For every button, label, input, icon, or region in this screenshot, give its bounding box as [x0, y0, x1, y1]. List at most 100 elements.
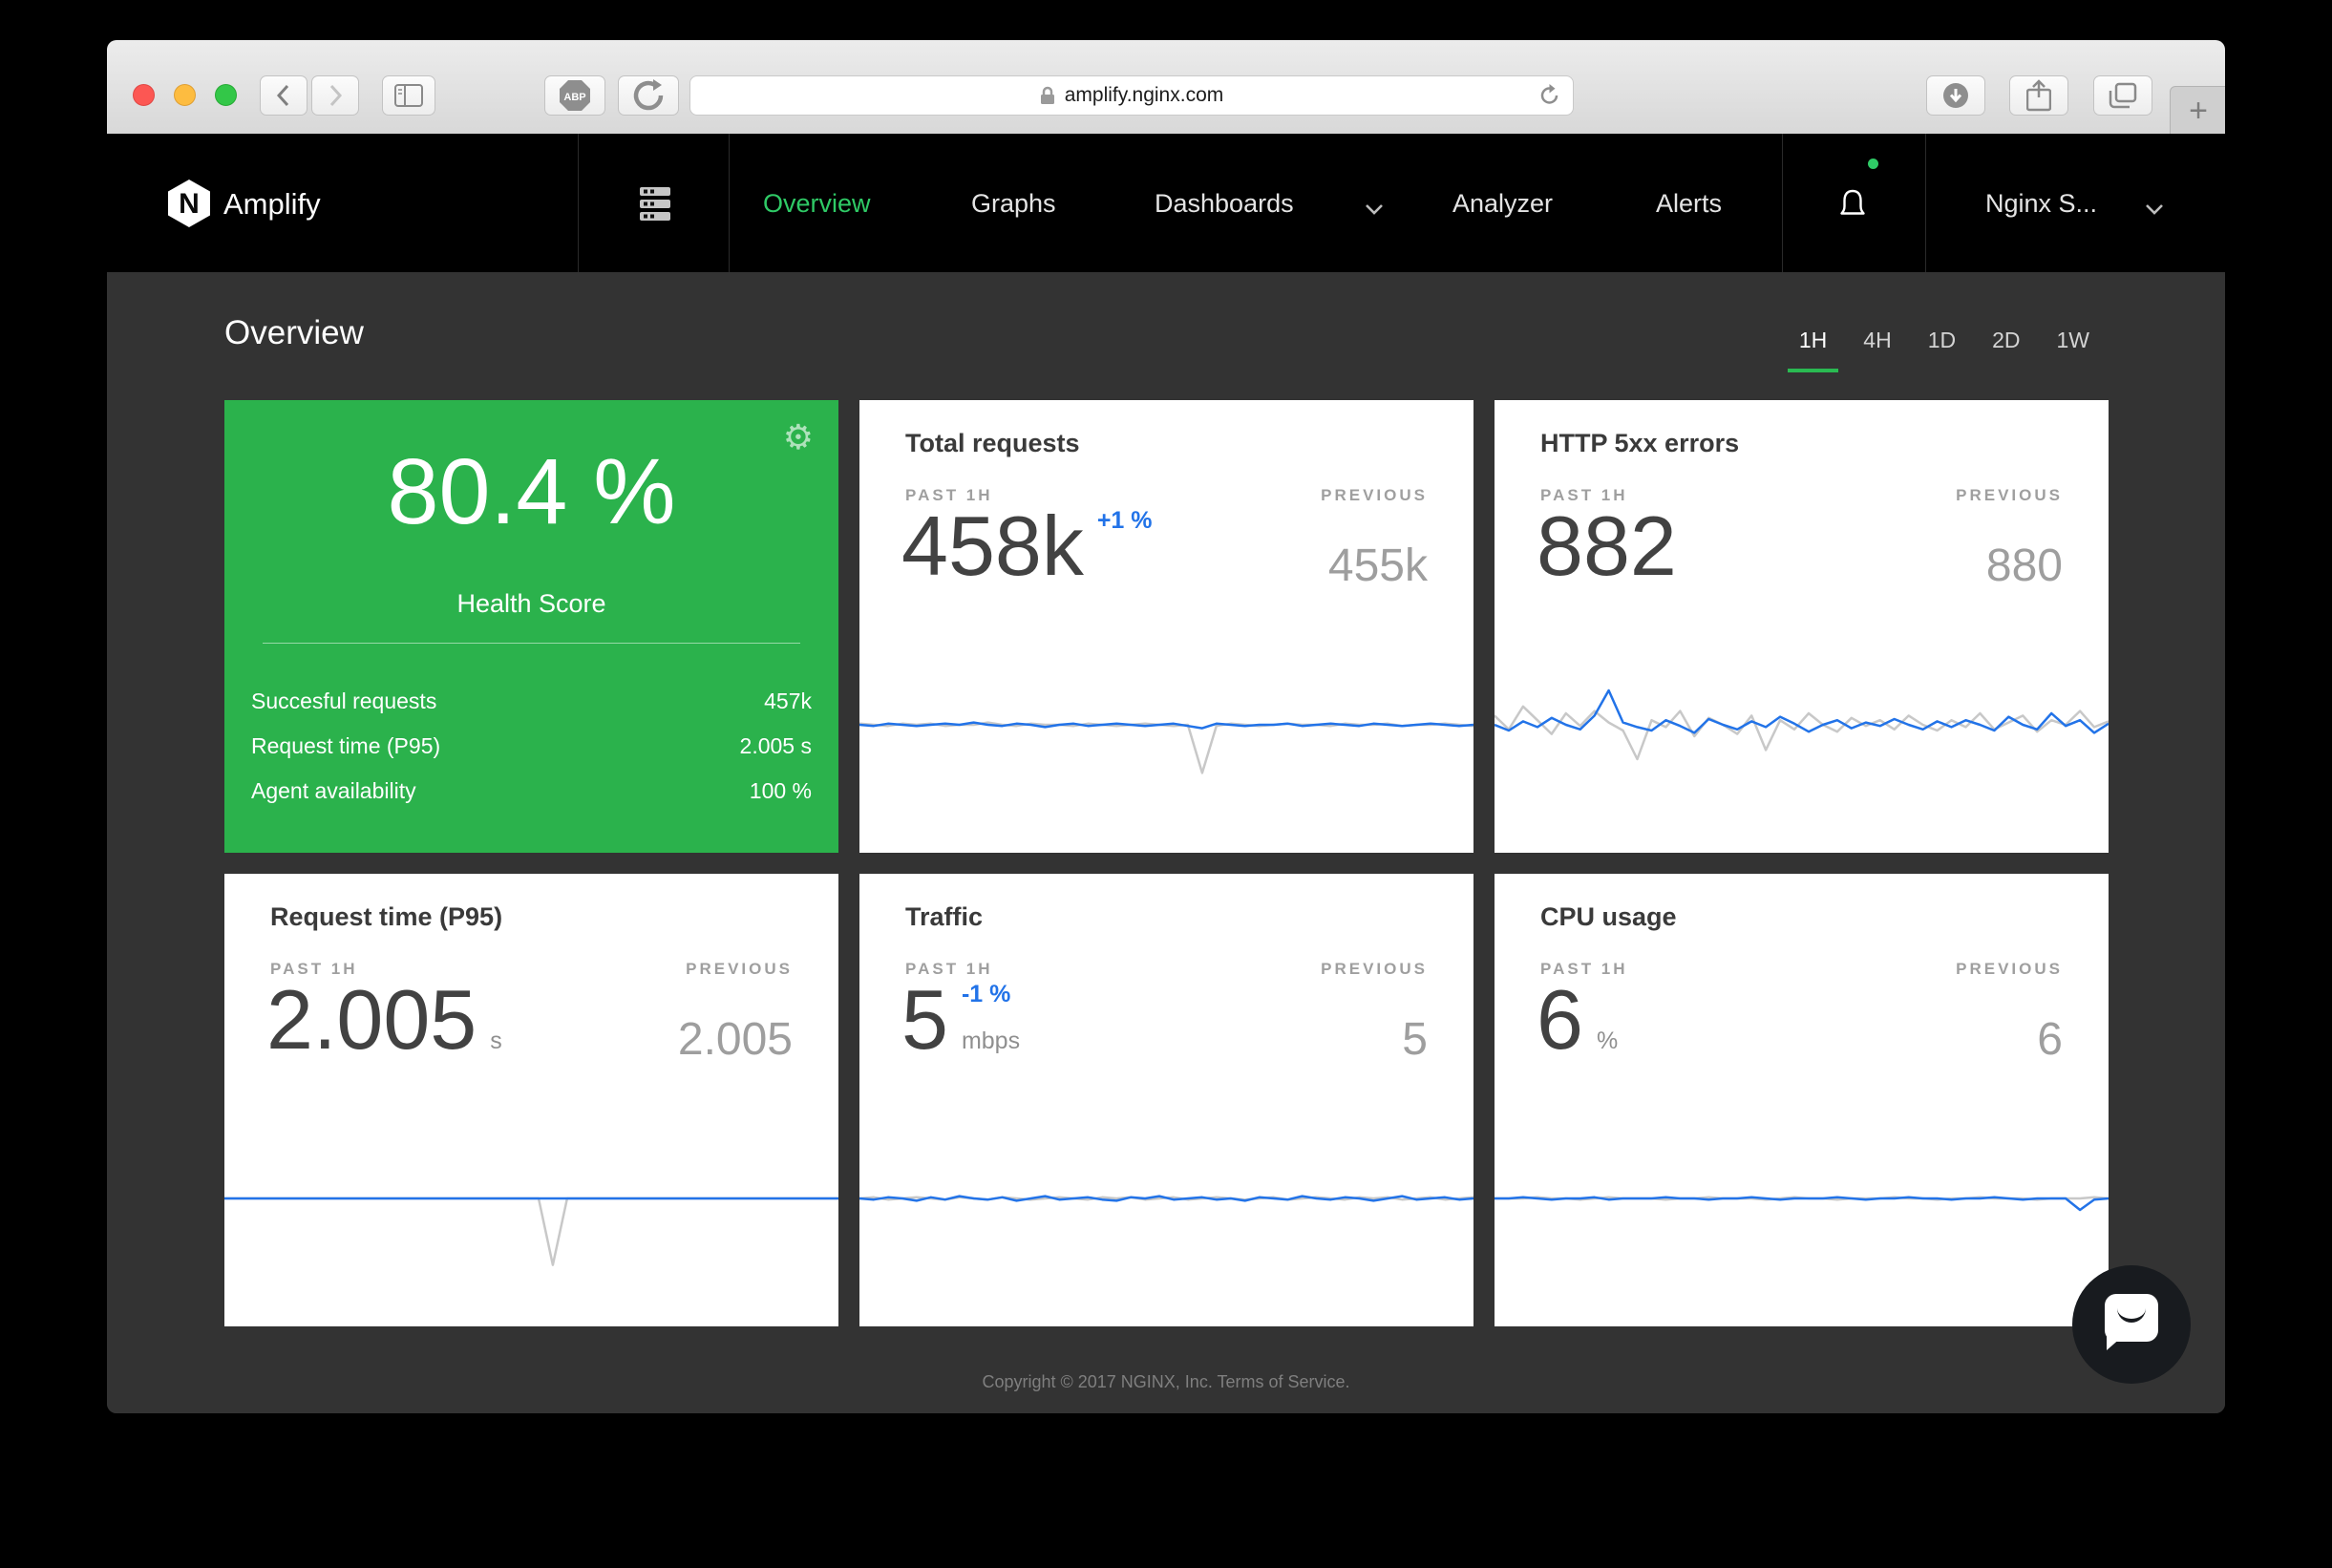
- time-range-1w[interactable]: 1W: [2057, 328, 2090, 353]
- divider: [263, 643, 800, 644]
- forward-chevron-icon: [325, 83, 346, 108]
- download-icon: [1941, 81, 1970, 110]
- dashboard-content: Overview 1H 4H 1D 2D 1W ⚙ 80.4 % Health …: [107, 272, 2225, 1413]
- sparkline-chart: [224, 1160, 838, 1311]
- forward-button[interactable]: [311, 75, 359, 116]
- previous-label: PREVIOUS: [1321, 960, 1428, 979]
- card-title: Total requests: [905, 429, 1080, 458]
- health-detail-rows: Succesful requests 457k Request time (P9…: [251, 679, 812, 814]
- adblock-extension-button[interactable]: ABP: [544, 75, 605, 116]
- time-range-1d[interactable]: 1D: [1928, 328, 1956, 353]
- health-row: Agent availability 100 %: [251, 769, 812, 814]
- notification-dot: [1868, 159, 1878, 169]
- nav-item-analyzer[interactable]: Analyzer: [1452, 189, 1553, 219]
- card-title: Traffic: [905, 902, 983, 932]
- metric-value-row: 2.005 s: [266, 969, 502, 1070]
- app-nav-bar: N Amplify Overview Graphs Dashboards Ana…: [107, 134, 2225, 272]
- zoom-window-button[interactable]: [215, 84, 237, 106]
- show-tabs-button[interactable]: [2093, 75, 2152, 116]
- previous-value: 880: [1986, 540, 2063, 592]
- metric-value-row: 5 -1 % mbps: [901, 969, 1020, 1070]
- previous-value: 455k: [1328, 540, 1428, 592]
- brand-name: Amplify: [223, 187, 321, 222]
- hosts-list-icon[interactable]: [638, 185, 672, 228]
- page-title: Overview: [224, 314, 364, 352]
- nav-item-graphs[interactable]: Graphs: [971, 189, 1056, 219]
- chat-widget-button[interactable]: [2072, 1265, 2191, 1384]
- nginx-logo-icon[interactable]: N: [167, 179, 211, 233]
- previous-label: PREVIOUS: [686, 960, 793, 979]
- health-row-value: 457k: [764, 679, 812, 724]
- account-menu[interactable]: Nginx S...: [1985, 189, 2097, 219]
- previous-label: PREVIOUS: [1956, 960, 2063, 979]
- metric-value: 2.005: [266, 969, 477, 1070]
- lock-icon: [1040, 86, 1055, 105]
- metric-value-row: 458k +1 %: [901, 496, 1153, 597]
- close-window-button[interactable]: [133, 84, 155, 106]
- metric-change: +1 %: [1097, 507, 1153, 535]
- nav-item-overview[interactable]: Overview: [763, 189, 871, 219]
- chevron-down-icon[interactable]: [1364, 202, 1385, 216]
- health-row: Request time (P95) 2.005 s: [251, 724, 812, 769]
- notifications-bell-icon[interactable]: [1834, 184, 1872, 229]
- health-row-value: 100 %: [750, 769, 812, 814]
- minimize-window-button[interactable]: [174, 84, 196, 106]
- health-score-label: Health Score: [224, 589, 838, 619]
- browser-toolbar: ABP amplify.nginx.com: [107, 40, 2225, 135]
- health-score-card: ⚙ 80.4 % Health Score Succesful requests…: [224, 400, 838, 853]
- time-range-1h[interactable]: 1H: [1799, 328, 1827, 353]
- metric-value-row: 882: [1537, 496, 1690, 597]
- card-title: CPU usage: [1540, 902, 1677, 932]
- nav-item-dashboards[interactable]: Dashboards: [1155, 189, 1294, 219]
- request-time-card: Request time (P95) PAST 1H PREVIOUS 2.00…: [224, 874, 838, 1326]
- metric-unit: s: [490, 1028, 502, 1055]
- back-chevron-icon: [273, 83, 294, 108]
- traffic-card: Traffic PAST 1H PREVIOUS 5 -1 % mbps 5: [859, 874, 1473, 1326]
- sparkline-chart: [1495, 1160, 2109, 1311]
- metric-value: 5: [901, 969, 948, 1070]
- chevron-down-icon[interactable]: [2144, 202, 2165, 216]
- previous-value: 6: [2037, 1013, 2063, 1066]
- address-bar[interactable]: amplify.nginx.com: [689, 75, 1574, 116]
- downloads-button[interactable]: [1926, 75, 1985, 116]
- browser-window: ABP amplify.nginx.com: [107, 40, 2225, 1413]
- time-range-4h[interactable]: 4H: [1863, 328, 1891, 353]
- abp-octagon-icon: ABP: [558, 78, 592, 113]
- share-button[interactable]: [2009, 75, 2068, 116]
- sidebar-toggle-button[interactable]: [382, 75, 435, 116]
- smile-icon: [2117, 1303, 2146, 1323]
- cpu-usage-card: CPU usage PAST 1H PREVIOUS 6 % 6: [1495, 874, 2109, 1326]
- share-icon: [2026, 79, 2051, 112]
- new-tab-button[interactable]: +: [2170, 86, 2225, 136]
- health-score-value: 80.4 %: [224, 438, 838, 545]
- total-requests-card: Total requests PAST 1H PREVIOUS 458k +1 …: [859, 400, 1473, 853]
- metric-value: 882: [1537, 496, 1677, 597]
- metric-value: 6: [1537, 969, 1583, 1070]
- health-row-value: 2.005 s: [740, 724, 812, 769]
- nav-divider: [1782, 134, 1783, 272]
- reload-icon[interactable]: [1538, 84, 1561, 107]
- metric-value-row: 6 %: [1537, 969, 1618, 1070]
- previous-label: PREVIOUS: [1956, 486, 2063, 505]
- nav-divider: [1925, 134, 1926, 272]
- time-range-2d[interactable]: 2D: [1992, 328, 2020, 353]
- previous-value: 2.005: [678, 1013, 793, 1066]
- metric-unit: mbps: [962, 1028, 1020, 1055]
- back-button[interactable]: [260, 75, 307, 116]
- url-text: amplify.nginx.com: [1065, 84, 1224, 107]
- http-5xx-errors-card: HTTP 5xx errors PAST 1H PREVIOUS 882 880: [1495, 400, 2109, 853]
- metric-unit: %: [1597, 1028, 1618, 1055]
- nav-divider: [578, 134, 579, 272]
- sidebar-icon: [394, 84, 423, 107]
- nav-item-alerts[interactable]: Alerts: [1656, 189, 1722, 219]
- tabs-icon: [2109, 82, 2137, 109]
- health-row-label: Request time (P95): [251, 724, 440, 769]
- health-row: Succesful requests 457k: [251, 679, 812, 724]
- ghostery-extension-button[interactable]: [618, 75, 679, 116]
- screen: ABP amplify.nginx.com: [0, 0, 2332, 1568]
- metric-change: -1 %: [962, 981, 1020, 1008]
- health-row-label: Agent availability: [251, 769, 416, 814]
- previous-value: 5: [1402, 1013, 1428, 1066]
- card-title: Request time (P95): [270, 902, 502, 932]
- health-row-label: Succesful requests: [251, 679, 436, 724]
